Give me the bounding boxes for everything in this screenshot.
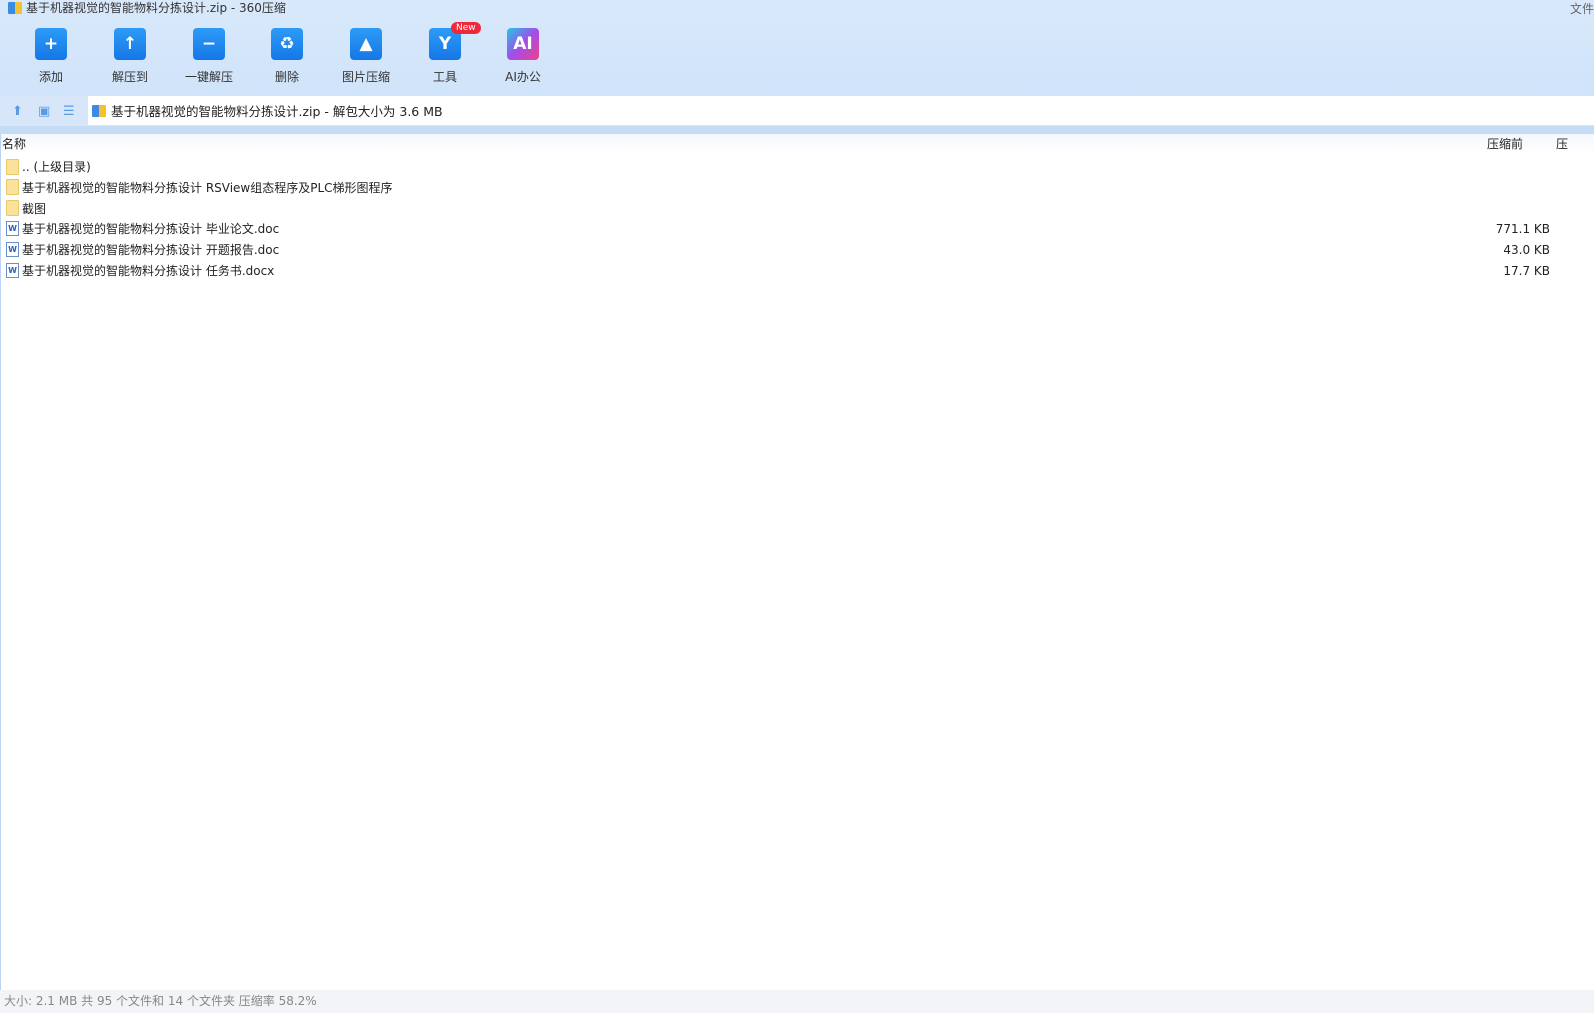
- toolbar-label: 工具: [432, 70, 457, 84]
- word-doc-icon: W: [6, 242, 19, 258]
- column-original-size[interactable]: 压缩前: [1487, 134, 1523, 154]
- divider: [0, 126, 1594, 134]
- zip-icon: [8, 2, 22, 14]
- toolbar-label: 图片压缩: [341, 70, 390, 84]
- title-text: 基于机器视觉的智能物料分拣设计.zip - 360压缩: [26, 0, 286, 15]
- column-name[interactable]: 名称: [2, 134, 26, 154]
- zip-icon: [92, 104, 106, 117]
- toolbar-label: 一键解压: [184, 70, 233, 84]
- recycle-bin-icon: ♻: [271, 28, 303, 60]
- up-arrow-icon[interactable]: ⬆: [12, 104, 23, 119]
- address-bar[interactable]: 基于机器视觉的智能物料分拣设计.zip - 解包大小为 3.6 MB: [88, 96, 1594, 125]
- column-compressed-size[interactable]: 压: [1556, 134, 1568, 154]
- file-menu[interactable]: 文件: [1570, 0, 1594, 17]
- file-name: 基于机器视觉的智能物料分拣设计 RSView组态程序及PLC梯形图程序: [22, 180, 393, 195]
- file-name: 基于机器视觉的智能物料分拣设计 毕业论文.doc: [22, 222, 280, 237]
- extract-to-icon: ↑: [114, 28, 146, 60]
- file-row[interactable]: .. (上级目录): [6, 156, 1566, 177]
- image-compress-icon: ▲: [350, 28, 382, 60]
- left-border: [0, 134, 1, 990]
- new-badge: New: [451, 22, 481, 34]
- toolbar-label: AI办公: [505, 70, 541, 84]
- toolbar-button-5[interactable]: Y New 工具: [410, 22, 481, 85]
- status-bar: 大小: 2.1 MB 共 95 个文件和 14 个文件夹 压缩率 58.2%: [0, 990, 1594, 1013]
- add-folder-icon: +: [35, 28, 67, 60]
- list-view-icon[interactable]: ☰: [63, 104, 75, 119]
- window-title: 基于机器视觉的智能物料分拣设计.zip - 360压缩: [8, 0, 286, 16]
- thumbnail-view-icon[interactable]: ▣: [38, 104, 50, 119]
- folder-icon: [6, 200, 19, 217]
- file-size: 771.1 KB: [1495, 221, 1550, 236]
- toolbar-area: 基于机器视觉的智能物料分拣设计.zip - 360压缩 文件 + 添加 ↑ 解压到 − 一…: [0, 0, 1594, 96]
- toolbar-button-3[interactable]: ♻ 删除: [252, 28, 322, 85]
- toolbar-button-4[interactable]: ▲ 图片压缩: [331, 28, 401, 85]
- word-doc-icon: W: [6, 221, 19, 237]
- file-row[interactable]: W 基于机器视觉的智能物料分拣设计 毕业论文.doc 771.1 KB: [6, 218, 1566, 239]
- file-row[interactable]: 截图: [6, 198, 1566, 219]
- file-size: 17.7 KB: [1503, 263, 1550, 278]
- file-size: 43.0 KB: [1503, 242, 1550, 257]
- file-row[interactable]: W 基于机器视觉的智能物料分拣设计 开题报告.doc 43.0 KB: [6, 239, 1566, 260]
- folder-icon: [6, 179, 19, 196]
- toolbar-button-6[interactable]: AI AI办公: [488, 28, 558, 85]
- folder-icon: [6, 158, 19, 175]
- toolbar-button-0[interactable]: + 添加: [16, 28, 86, 85]
- toolbar-button-2[interactable]: − 一键解压: [174, 28, 244, 85]
- ai-office-icon: AI: [507, 28, 539, 60]
- toolbar-label: 解压到: [111, 70, 148, 84]
- toolbar-button-1[interactable]: ↑ 解压到: [95, 28, 165, 85]
- file-name: .. (上级目录): [22, 160, 91, 174]
- address-path: 基于机器视觉的智能物料分拣设计.zip - 解包大小为 3.6 MB: [111, 104, 443, 119]
- file-name: 基于机器视觉的智能物料分拣设计 开题报告.doc: [22, 243, 280, 258]
- file-name: 基于机器视觉的智能物料分拣设计 任务书.docx: [22, 264, 275, 278]
- address-bar-area: ⬆ ▣ ☰ 基于机器视觉的智能物料分拣设计.zip - 解包大小为 3.6 MB: [0, 96, 1594, 126]
- one-click-extract-icon: −: [193, 28, 225, 60]
- toolbar-label: 删除: [274, 70, 299, 84]
- toolbar-label: 添加: [38, 70, 63, 84]
- column-header: 名称 压缩前 压: [0, 134, 1594, 154]
- file-row[interactable]: W 基于机器视觉的智能物料分拣设计 任务书.docx 17.7 KB: [6, 260, 1566, 281]
- tools-icon: Y New: [429, 22, 481, 60]
- file-row[interactable]: 基于机器视觉的智能物料分拣设计 RSView组态程序及PLC梯形图程序: [6, 177, 1566, 198]
- file-name: 截图: [22, 201, 47, 216]
- word-doc-icon: W: [6, 263, 19, 278]
